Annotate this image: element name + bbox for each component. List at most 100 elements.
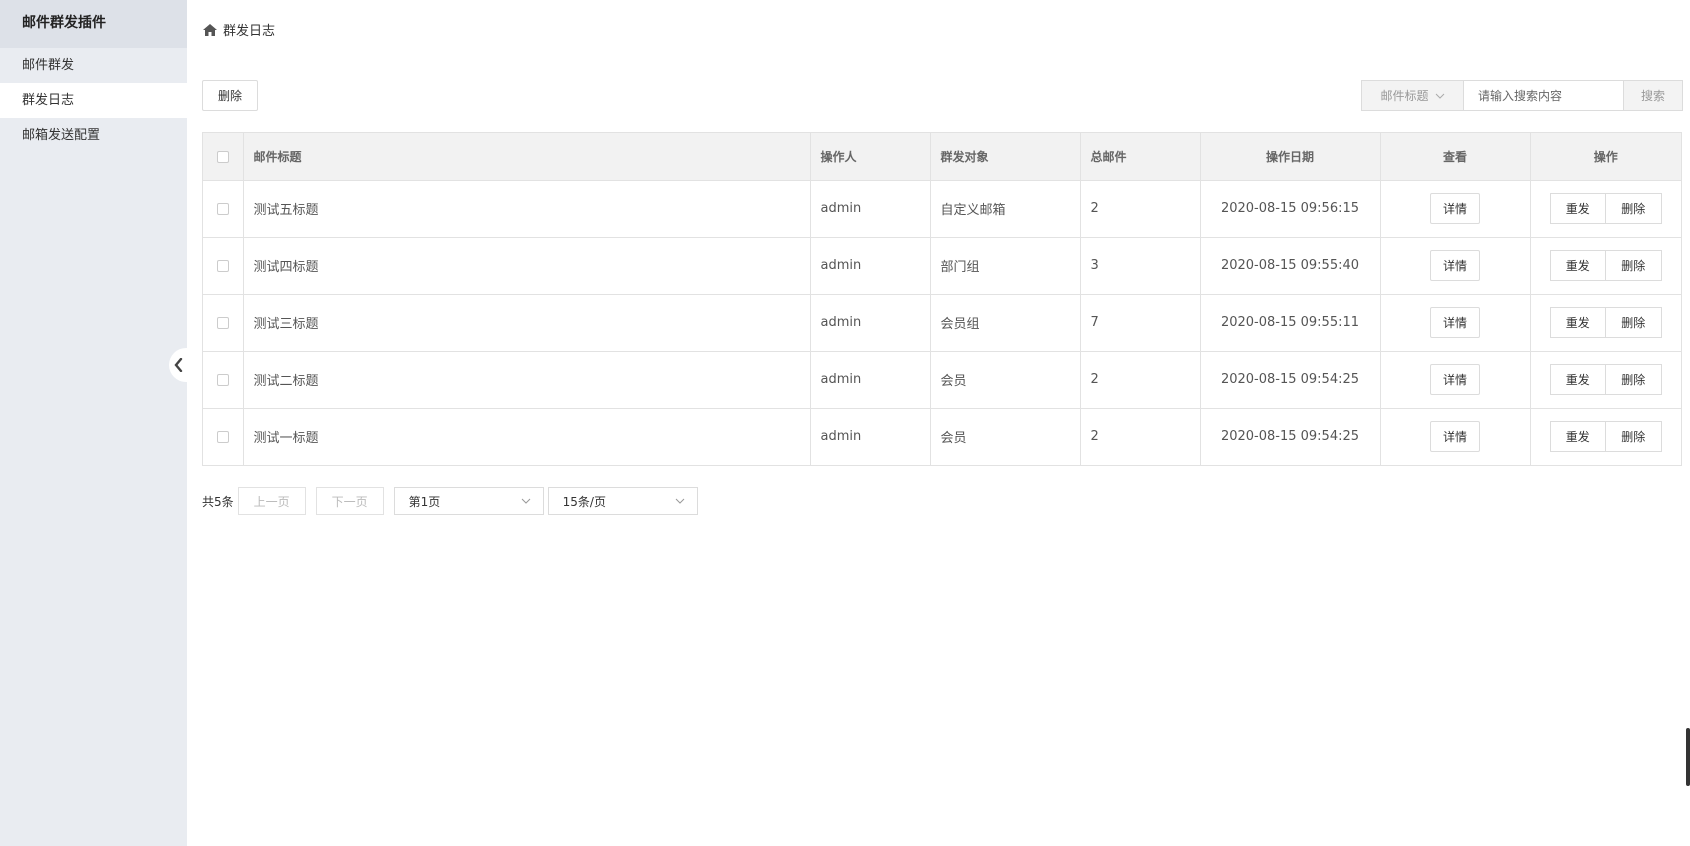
- row-action-group: 重发 删除: [1549, 193, 1662, 224]
- row-action-group: 重发 删除: [1549, 364, 1662, 395]
- cell-action: 重发 删除: [1530, 351, 1681, 409]
- detail-button[interactable]: 详情: [1429, 193, 1480, 224]
- row-select-cell: [203, 351, 244, 409]
- search-group: 邮件标题 搜索: [1361, 80, 1683, 111]
- cell-action: 重发 删除: [1530, 408, 1681, 465]
- row-delete-button[interactable]: 删除: [1605, 250, 1662, 281]
- page-size-value: 15条/页: [562, 494, 606, 509]
- search-field-select[interactable]: 邮件标题: [1362, 81, 1464, 110]
- row-delete-button[interactable]: 删除: [1605, 193, 1662, 224]
- search-input[interactable]: [1464, 81, 1623, 110]
- chevron-down-icon: [521, 498, 530, 504]
- scrollbar-thumb[interactable]: [1686, 728, 1690, 786]
- cell-operator: admin: [810, 180, 931, 238]
- log-table: 邮件标题 操作人 群发对象 总邮件 操作日期 查看 操作 测试五标题 admin: [202, 132, 1682, 466]
- cell-total: 3: [1080, 237, 1201, 295]
- cell-title: 测试二标题: [243, 351, 811, 409]
- header-target: 群发对象: [930, 133, 1081, 181]
- detail-button[interactable]: 详情: [1429, 307, 1480, 338]
- row-action-group: 重发 删除: [1549, 421, 1662, 453]
- bulk-delete-button[interactable]: 删除: [202, 80, 258, 111]
- row-checkbox[interactable]: [216, 373, 229, 386]
- row-delete-button[interactable]: 删除: [1605, 364, 1662, 395]
- cell-operator: admin: [810, 351, 931, 409]
- pagination: 共5条 上一页 下一页 第1页 15条/页: [202, 487, 702, 515]
- cell-date: 2020-08-15 09:54:25: [1200, 408, 1381, 465]
- row-select-cell: [203, 180, 244, 238]
- row-checkbox[interactable]: [216, 316, 229, 329]
- header-action: 操作: [1530, 133, 1681, 181]
- sidebar-item-mass-mail[interactable]: 邮件群发: [0, 48, 187, 83]
- detail-button[interactable]: 详情: [1429, 364, 1480, 395]
- header-title: 邮件标题: [243, 133, 811, 181]
- page-select[interactable]: 第1页: [393, 487, 544, 515]
- resend-button[interactable]: 重发: [1549, 421, 1606, 453]
- cell-action: 重发 删除: [1530, 180, 1681, 238]
- cell-title: 测试一标题: [243, 408, 811, 465]
- table-row: 测试四标题 admin 部门组 3 2020-08-15 09:55:40 详情…: [203, 237, 1681, 295]
- sidebar-item-mail-config[interactable]: 邮箱发送配置: [0, 118, 187, 153]
- sidebar: 邮件群发插件 邮件群发 群发日志 邮箱发送配置: [0, 0, 187, 846]
- next-page-button[interactable]: 下一页: [315, 487, 384, 515]
- select-all-checkbox[interactable]: [216, 150, 229, 163]
- page-select-value: 第1页: [408, 494, 441, 509]
- resend-button[interactable]: 重发: [1549, 364, 1606, 395]
- chevron-left-icon: [173, 358, 182, 372]
- cell-operator: admin: [810, 408, 931, 465]
- row-select-cell: [203, 408, 244, 465]
- header-date: 操作日期: [1200, 133, 1381, 181]
- page-size-select[interactable]: 15条/页: [547, 487, 698, 515]
- table-header-row: 邮件标题 操作人 群发对象 总邮件 操作日期 查看 操作: [203, 133, 1681, 181]
- row-action-group: 重发 删除: [1549, 307, 1662, 338]
- sidebar-item-mass-log[interactable]: 群发日志: [0, 83, 187, 118]
- cell-total: 2: [1080, 180, 1201, 238]
- row-select-cell: [203, 294, 244, 352]
- cell-title: 测试四标题: [243, 237, 811, 295]
- row-checkbox[interactable]: [216, 202, 229, 215]
- detail-button[interactable]: 详情: [1429, 250, 1480, 281]
- cell-operator: admin: [810, 294, 931, 352]
- cell-target: 自定义邮箱: [930, 180, 1081, 238]
- cell-title: 测试五标题: [243, 180, 811, 238]
- cell-target: 会员组: [930, 294, 1081, 352]
- header-select-all[interactable]: [203, 133, 244, 181]
- row-checkbox[interactable]: [216, 259, 229, 272]
- cell-date: 2020-08-15 09:55:11: [1200, 294, 1381, 352]
- cell-total: 2: [1080, 408, 1201, 465]
- header-view: 查看: [1380, 133, 1531, 181]
- chevron-down-icon: [675, 498, 684, 504]
- cell-action: 重发 删除: [1530, 237, 1681, 295]
- cell-view: 详情: [1380, 294, 1531, 352]
- header-operator: 操作人: [810, 133, 931, 181]
- main-content: 群发日志 删除 邮件标题 搜索: [187, 0, 1690, 846]
- resend-button[interactable]: 重发: [1549, 250, 1606, 281]
- cell-date: 2020-08-15 09:56:15: [1200, 180, 1381, 238]
- cell-view: 详情: [1380, 180, 1531, 238]
- cell-total: 7: [1080, 294, 1201, 352]
- cell-title: 测试三标题: [243, 294, 811, 352]
- cell-view: 详情: [1380, 351, 1531, 409]
- cell-target: 部门组: [930, 237, 1081, 295]
- row-delete-button[interactable]: 删除: [1605, 421, 1662, 453]
- row-action-group: 重发 删除: [1549, 250, 1662, 281]
- row-select-cell: [203, 237, 244, 295]
- resend-button[interactable]: 重发: [1549, 307, 1606, 338]
- search-button[interactable]: 搜索: [1623, 81, 1682, 110]
- cell-target: 会员: [930, 408, 1081, 465]
- row-delete-button[interactable]: 删除: [1605, 307, 1662, 338]
- sidebar-title: 邮件群发插件: [0, 0, 187, 48]
- header-total: 总邮件: [1080, 133, 1201, 181]
- detail-button[interactable]: 详情: [1429, 421, 1480, 453]
- prev-page-button[interactable]: 上一页: [237, 487, 306, 515]
- table-row: 测试三标题 admin 会员组 7 2020-08-15 09:55:11 详情…: [203, 294, 1681, 352]
- breadcrumb: 群发日志: [203, 20, 275, 39]
- table-row: 测试二标题 admin 会员 2 2020-08-15 09:54:25 详情 …: [203, 351, 1681, 409]
- breadcrumb-label[interactable]: 群发日志: [223, 20, 275, 39]
- resend-button[interactable]: 重发: [1549, 193, 1606, 224]
- app-window: 邮件群发插件 邮件群发 群发日志 邮箱发送配置 群发日志 删除 邮件标题 搜索: [0, 0, 1690, 846]
- cell-view: 详情: [1380, 408, 1531, 465]
- cell-date: 2020-08-15 09:54:25: [1200, 351, 1381, 409]
- table-row: 测试五标题 admin 自定义邮箱 2 2020-08-15 09:56:15 …: [203, 180, 1681, 238]
- row-checkbox[interactable]: [216, 430, 229, 443]
- cell-date: 2020-08-15 09:55:40: [1200, 237, 1381, 295]
